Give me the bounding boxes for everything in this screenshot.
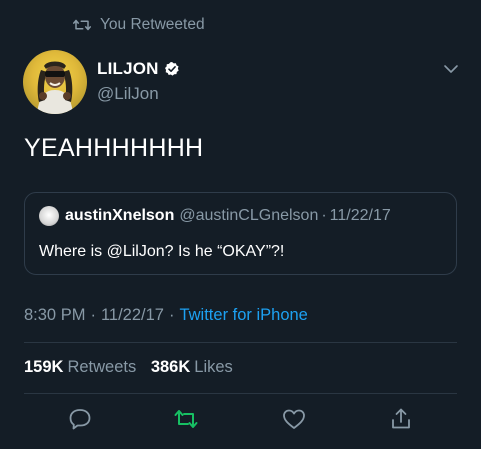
verified-badge-icon xyxy=(164,62,179,76)
quoted-display-name: austinXnelson xyxy=(65,207,175,224)
reply-icon[interactable] xyxy=(67,406,93,432)
divider xyxy=(24,342,457,343)
quoted-tweet-card[interactable]: austinXnelson @austinCLGnelson · 11/22/1… xyxy=(24,192,457,275)
likes-label: Likes xyxy=(194,358,233,376)
heart-icon[interactable] xyxy=(281,406,307,432)
author[interactable]: LILJON @LilJon xyxy=(97,58,180,104)
retweets-label: Retweets xyxy=(67,358,137,376)
display-name[interactable]: LILJON xyxy=(97,59,159,79)
quoted-separator: · xyxy=(321,207,327,224)
retweet-icon xyxy=(73,19,91,31)
display-name-row: LILJON xyxy=(97,58,180,80)
retweet-context-label: You Retweeted xyxy=(100,16,205,33)
divider xyxy=(24,393,457,394)
tweet-source-link[interactable]: Twitter for iPhone xyxy=(179,306,307,324)
retweets-stat[interactable]: 159K Retweets xyxy=(24,358,146,376)
meta-separator: · xyxy=(168,306,175,324)
share-icon[interactable] xyxy=(388,406,414,432)
likes-count: 386K xyxy=(150,358,191,376)
quoted-avatar xyxy=(39,206,59,226)
tweet[interactable]: You Retweeted LILJON @LilJon YEAHHHHHHH xyxy=(0,0,481,449)
likes-stat[interactable]: 386K Likes xyxy=(151,358,243,376)
quoted-tweet-text: Where is @LilJon? Is he “OKAY”?! xyxy=(39,243,285,260)
tweet-meta: 8:30 PM · 11/22/17 · Twitter for iPhone xyxy=(24,306,308,325)
avatar[interactable] xyxy=(23,50,87,114)
quoted-date: 11/22/17 xyxy=(329,207,391,224)
quoted-handle: @austinCLGnelson xyxy=(179,207,319,224)
retweet-context: You Retweeted xyxy=(73,14,205,36)
tweet-time[interactable]: 8:30 PM xyxy=(24,306,85,324)
quoted-tweet-header: austinXnelson @austinCLGnelson · 11/22/1… xyxy=(39,206,391,226)
retweet-icon[interactable] xyxy=(173,406,199,432)
tweet-stats: 159K Retweets 386K Likes xyxy=(24,358,243,377)
chevron-down-icon[interactable] xyxy=(442,60,460,78)
meta-separator: · xyxy=(90,306,96,324)
retweets-count: 159K xyxy=(24,358,64,376)
avatar-image xyxy=(37,61,73,114)
tweet-text: YEAHHHHHHH xyxy=(24,134,204,162)
author-handle[interactable]: @LilJon xyxy=(97,84,180,104)
tweet-date[interactable]: 11/22/17 xyxy=(101,306,164,324)
